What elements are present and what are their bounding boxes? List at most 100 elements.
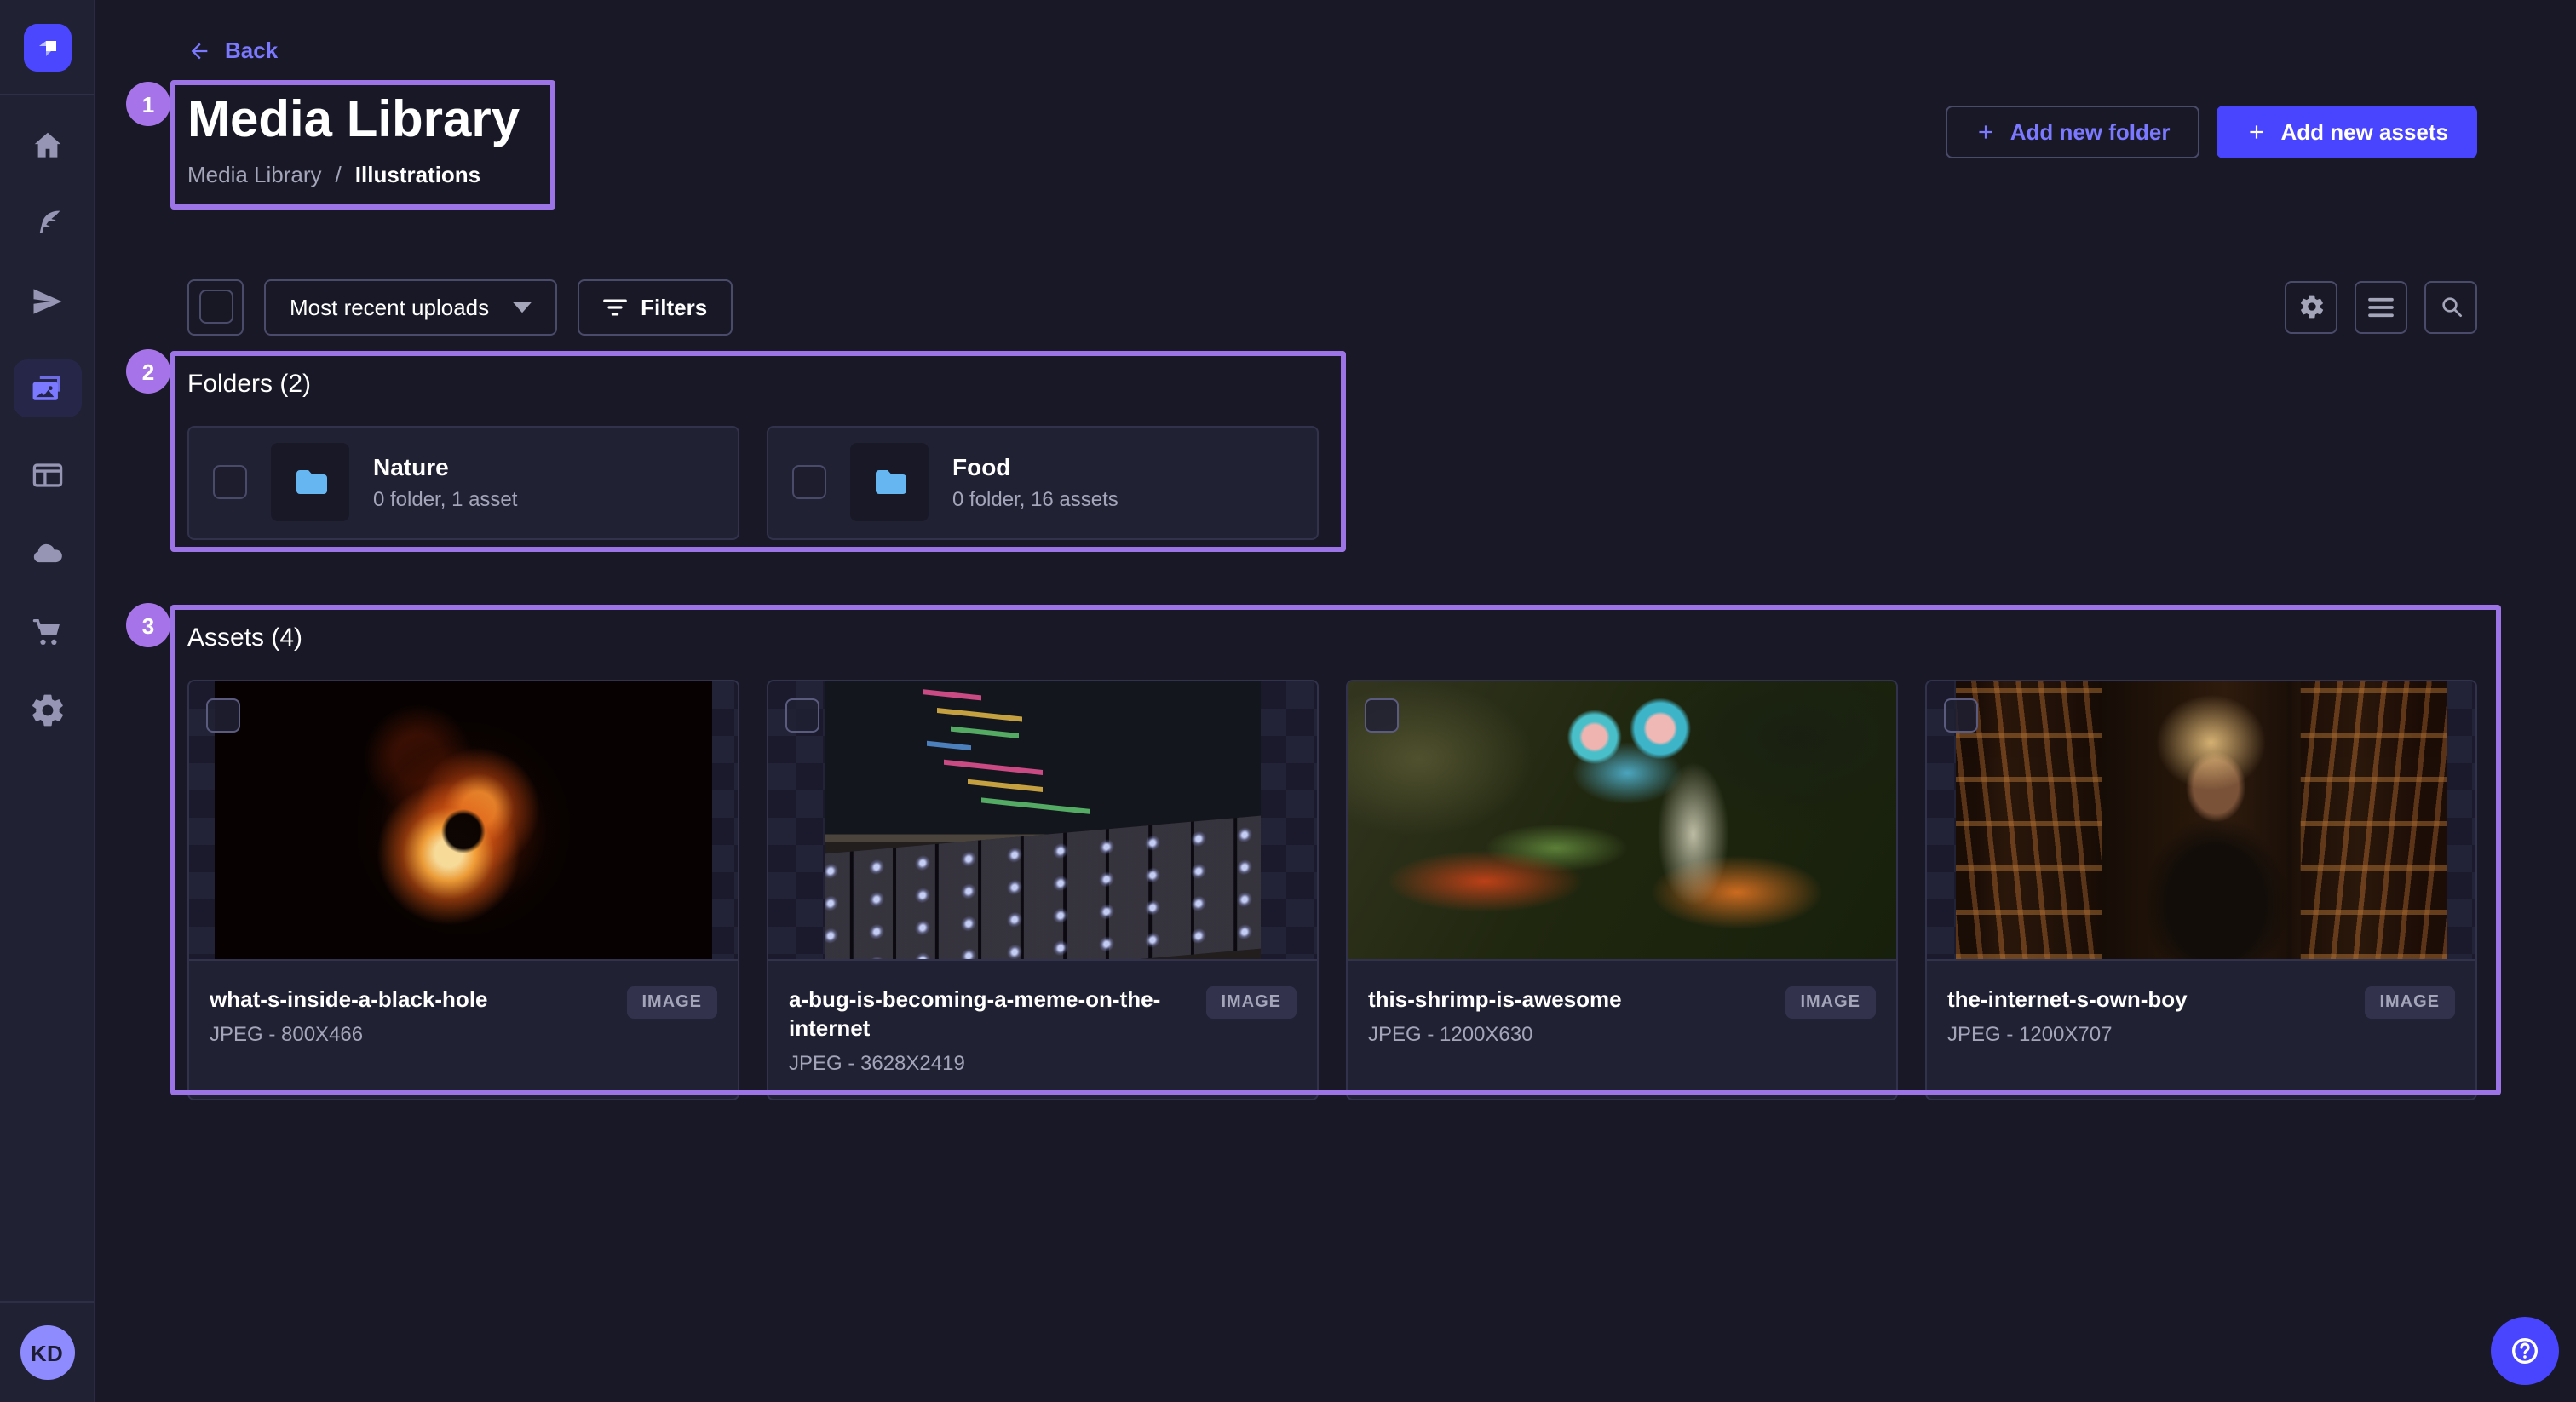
folder-card-food[interactable]: Food 0 folder, 16 assets: [767, 425, 1319, 539]
sidebar-item-deploy[interactable]: [26, 533, 67, 574]
home-icon: [28, 126, 66, 164]
folder-meta: Nature 0 folder, 1 asset: [373, 453, 517, 511]
toolbar-left: Most recent uploads Filters: [187, 279, 733, 335]
breadcrumb-separator: /: [336, 161, 342, 187]
gear-icon: [2297, 293, 2325, 320]
sidebar-item-settings[interactable]: [26, 690, 67, 731]
asset-info: what-s-inside-a-black-hole JPEG - 800X46…: [189, 960, 738, 1098]
assets-section: Assets (4) what-s-inside-a-black-hole JP…: [187, 623, 2477, 1100]
help-button[interactable]: [2491, 1317, 2559, 1385]
asset-card-shrimp[interactable]: this-shrimp-is-awesome JPEG - 1200X630 I…: [1346, 679, 1898, 1100]
back-link[interactable]: Back: [187, 37, 278, 63]
asset-info: a-bug-is-becoming-a-meme-on-the-internet…: [768, 960, 1317, 1098]
select-all-checkbox[interactable]: [187, 279, 244, 335]
back-label: Back: [225, 37, 278, 63]
title-block: Media Library Media Library / Illustrati…: [187, 91, 520, 187]
folders-grid: Nature 0 folder, 1 asset Food 0 folder, …: [187, 425, 2477, 539]
breadcrumb-current: Illustrations: [355, 161, 480, 187]
sidebar-footer: KD: [0, 1301, 94, 1402]
sidebar-item-content-type-builder[interactable]: [26, 455, 67, 496]
list-view-button[interactable]: [2355, 280, 2407, 333]
asset-checkbox[interactable]: [785, 698, 819, 732]
asset-checkbox[interactable]: [206, 698, 240, 732]
add-new-assets-button[interactable]: Add new assets: [2216, 105, 2477, 158]
folders-heading: Folders (2): [187, 369, 2477, 398]
add-new-assets-label: Add new assets: [2280, 118, 2448, 144]
toolbar-right: [2285, 280, 2477, 333]
header-actions: Add new folder Add new assets: [1946, 105, 2477, 158]
breadcrumb: Media Library / Illustrations: [187, 161, 520, 187]
view-settings-button[interactable]: [2285, 280, 2337, 333]
folder-name: Nature: [373, 453, 517, 480]
filters-label: Filters: [641, 294, 707, 319]
sort-select[interactable]: Most recent uploads: [264, 279, 557, 335]
checkbox: [198, 290, 233, 324]
folder-icon-wrap: [850, 443, 929, 521]
sidebar-item-content-manager[interactable]: [26, 203, 67, 244]
laptop-code-image: [825, 681, 1261, 958]
page-header: Media Library Media Library / Illustrati…: [187, 91, 2477, 187]
avatar-initials: KD: [31, 1340, 63, 1365]
sidebar-nav: [13, 95, 81, 731]
asset-meta: JPEG - 1200X707: [1947, 1021, 2347, 1045]
logo-area: [0, 0, 94, 95]
asset-checkbox[interactable]: [1944, 698, 1978, 732]
asset-type-badge: IMAGE: [1785, 985, 1876, 1018]
sidebar-item-releases[interactable]: [26, 281, 67, 322]
paper-plane-icon: [28, 283, 66, 320]
asset-title: this-shrimp-is-awesome: [1368, 984, 1768, 1013]
cart-icon: [28, 613, 66, 651]
asset-thumbnail: [1927, 681, 2475, 960]
asset-card-bug-meme[interactable]: a-bug-is-becoming-a-meme-on-the-internet…: [767, 679, 1319, 1100]
sidebar-item-home[interactable]: [26, 124, 67, 165]
sidebar-item-marketplace[interactable]: [26, 612, 67, 652]
list-icon: [2368, 296, 2394, 318]
asset-meta: JPEG - 1200X630: [1368, 1021, 1768, 1045]
asset-info: this-shrimp-is-awesome JPEG - 1200X630 I…: [1348, 960, 1896, 1098]
asset-title: what-s-inside-a-black-hole: [210, 984, 609, 1013]
strapi-logo-icon: [23, 23, 71, 71]
help-icon: [2508, 1334, 2542, 1368]
search-button[interactable]: [2424, 280, 2477, 333]
asset-info: the-internet-s-own-boy JPEG - 1200X707 I…: [1927, 960, 2475, 1098]
folder-icon: [869, 462, 910, 503]
plus-icon: [1975, 120, 1997, 142]
add-new-folder-button[interactable]: Add new folder: [1946, 105, 2199, 158]
asset-type-badge: IMAGE: [626, 985, 717, 1018]
folder-checkbox[interactable]: [213, 465, 247, 499]
folder-icon: [290, 462, 331, 503]
strapi-logo[interactable]: [23, 23, 71, 71]
sidebar-item-media-library[interactable]: [13, 359, 81, 417]
gear-icon: [28, 692, 66, 729]
breadcrumb-root[interactable]: Media Library: [187, 161, 322, 187]
asset-thumbnail: [768, 681, 1317, 960]
user-avatar[interactable]: KD: [20, 1325, 74, 1380]
cloud-icon: [28, 535, 66, 572]
add-new-folder-label: Add new folder: [2010, 118, 2171, 144]
page-title: Media Library: [187, 91, 520, 147]
main-content: Back Media Library Media Library / Illus…: [95, 0, 2576, 1402]
sidebar: KD: [0, 0, 95, 1402]
layout-icon: [28, 457, 66, 494]
library-portrait-image: [1956, 681, 2447, 958]
filters-button[interactable]: Filters: [578, 279, 733, 335]
asset-checkbox[interactable]: [1365, 698, 1399, 732]
sort-select-value: Most recent uploads: [290, 294, 489, 319]
toolbar: Most recent uploads Filters: [187, 279, 2477, 335]
asset-thumbnail: [1348, 681, 1896, 960]
search-icon: [2437, 293, 2464, 320]
asset-card-black-hole[interactable]: what-s-inside-a-black-hole JPEG - 800X46…: [187, 679, 739, 1100]
asset-type-badge: IMAGE: [1205, 985, 1297, 1018]
folder-checkbox[interactable]: [792, 465, 826, 499]
asset-card-internets-own-boy[interactable]: the-internet-s-own-boy JPEG - 1200X707 I…: [1925, 679, 2477, 1100]
feather-icon: [28, 204, 66, 242]
asset-meta: JPEG - 3628X2419: [789, 1050, 1188, 1074]
folder-name: Food: [952, 453, 1118, 480]
folder-card-nature[interactable]: Nature 0 folder, 1 asset: [187, 425, 739, 539]
mantis-shrimp-image: [1348, 681, 1896, 958]
asset-title: the-internet-s-own-boy: [1947, 984, 2347, 1013]
folders-section: Folders (2) Nature 0 folder, 1 asset: [187, 369, 2477, 539]
folder-counts: 0 folder, 1 asset: [373, 487, 517, 511]
folder-meta: Food 0 folder, 16 assets: [952, 453, 1118, 511]
folder-counts: 0 folder, 16 assets: [952, 487, 1118, 511]
